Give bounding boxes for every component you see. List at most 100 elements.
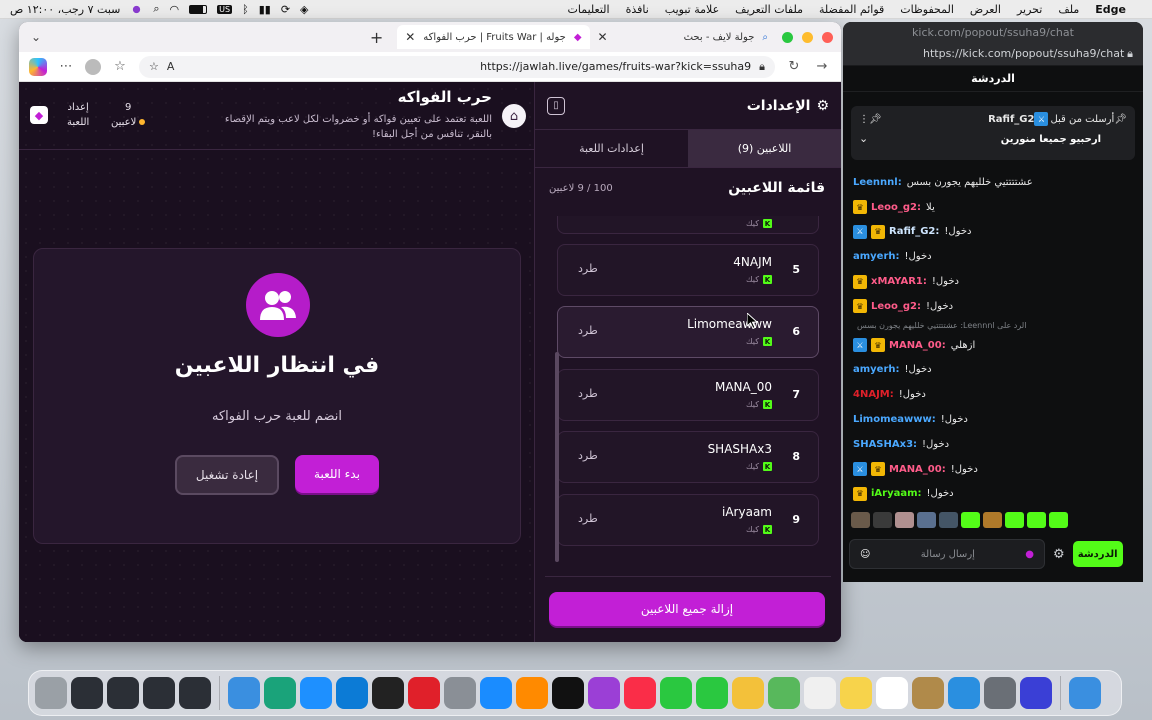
emote[interactable] [983,512,1002,528]
tab-players[interactable]: اللاعبين (9) [688,130,841,167]
dock-calendar-icon[interactable] [876,677,908,709]
dock-messages-icon[interactable] [696,677,728,709]
dock-siri-icon[interactable] [1020,677,1052,709]
minimize-button[interactable] [802,31,813,43]
bluetooth-icon[interactable]: ᛒ [242,3,249,16]
dock-finder-face-icon[interactable] [1069,677,1101,709]
restart-button[interactable]: إعادة تشغيل [175,455,279,495]
kick-player-button[interactable]: طرد [578,262,598,275]
dock-launchpad-icon[interactable] [984,677,1016,709]
menu-edit[interactable]: تحرير [1017,3,1042,16]
chat-settings-icon[interactable]: ⚙ [1053,547,1065,562]
dock-window-thumb-icon[interactable] [179,677,211,709]
menu-file[interactable]: ملف [1058,3,1079,16]
chat-message[interactable]: ♛ Leoo_g2: يلا [853,195,1137,220]
menu-favorites[interactable]: قوائم المفضلة [819,3,884,16]
emote[interactable] [939,512,958,528]
menu-window[interactable]: نافذة [626,3,649,16]
more-icon[interactable]: ⋯ [57,58,75,76]
dock-podcasts-icon[interactable] [588,677,620,709]
menu-view[interactable]: العرض [970,3,1001,16]
control-center-icon[interactable] [130,3,144,15]
tab-list-chevron-icon[interactable]: ⌄ [27,28,45,46]
close-tab-icon[interactable]: ✕ [405,30,415,44]
chat-message[interactable]: ♛ xMAYAR1: دخول! [853,269,1137,294]
chat-username[interactable]: 4NAJM: [853,389,894,400]
dock-finder-icon[interactable] [228,677,260,709]
tab-game-settings[interactable]: إعدادات اللعبة [535,130,688,167]
emote[interactable] [873,512,892,528]
chat-message[interactable]: ⚔ ♛ MANA_00: دخول! [853,457,1137,482]
stats-icon[interactable]: ▮▮ [259,3,271,16]
vpn-icon[interactable]: ◈ [300,3,308,16]
chat-message[interactable]: Leennnl: عشتتتتيي خلليهم يجورن بسس [853,170,1137,195]
more-icon[interactable]: ⋮ [859,114,869,125]
dock-trash-icon[interactable] [35,677,67,709]
chat-username[interactable]: Leoo_g2: [871,202,921,213]
battery-icon[interactable] [189,4,208,14]
home-icon[interactable]: ⌂ [502,104,526,128]
chat-username[interactable]: Limomeawww: [853,414,936,425]
chat-username[interactable]: Leoo_g2: [871,301,921,312]
dock-music-icon[interactable] [624,677,656,709]
chat-message[interactable]: ♛ Leoo_g2: دخول! [853,294,1137,319]
chat-message[interactable]: ⚔ ♛ Rafif_G2: دخول! [853,220,1137,245]
chat-username[interactable]: iAryaam: [871,488,922,499]
read-aloud-icon[interactable]: A [167,60,175,73]
new-tab-button[interactable]: + [370,28,383,47]
pinned-message[interactable]: ⋮ 📌︎ Rafif_G2 ⚔ أرسلت من قبل 📌︎ ⌄ ارحبيو… [851,106,1135,160]
chat-username[interactable]: SHASHAx3: [853,439,917,450]
chat-message-input[interactable]: ☺ إرسال رسالة ● [849,539,1045,569]
emote[interactable] [851,512,870,528]
dock-edge-icon[interactable] [336,677,368,709]
chat-username[interactable]: MANA_00: [889,340,946,351]
wifi-icon[interactable]: ◠ [170,3,180,16]
input-source-badge[interactable]: US [217,4,233,14]
chat-username[interactable]: amyerh: [853,364,900,375]
dock-window-thumb-icon[interactable] [71,677,103,709]
dock-app-store-icon[interactable] [480,677,512,709]
chat-message[interactable]: amyerh: دخول! [853,358,1137,383]
game-settings-link[interactable]: إعداد اللعبة [67,100,89,130]
kick-player-button[interactable]: طرد [578,512,598,525]
dock-books-icon[interactable] [516,677,548,709]
dock-system-settings-icon[interactable] [444,677,476,709]
reload-icon[interactable]: ↻ [785,58,803,76]
emote[interactable] [1049,512,1068,528]
favorites-icon[interactable]: ☆ [111,58,129,76]
expand-chevron-icon[interactable]: ⌄ [859,132,868,145]
collapse-panel-icon[interactable]: ▯ [547,96,565,115]
dock-obs-icon[interactable] [372,677,404,709]
menu-profiles[interactable]: ملفات التعريف [735,3,803,16]
dock-mail-icon[interactable] [948,677,980,709]
close-tab-icon[interactable]: ✕ [598,30,608,44]
chat-username[interactable]: Rafif_G2: [889,226,939,237]
tab-search[interactable]: ✕ جولة لايف - بحث ⌕ [590,25,776,49]
dock-window-thumb-icon[interactable] [107,677,139,709]
chat-url-text[interactable]: https://kick.com/popout/ssuha9/chat [923,47,1124,60]
forward-icon[interactable]: → [813,58,831,76]
dock-maps-icon[interactable] [768,677,800,709]
tab-fruits-war[interactable]: ✕ حرب الفواكه | Fruits War | جوله ◆ [397,25,590,49]
dock-notes-icon[interactable] [840,677,872,709]
emoji-icon[interactable]: ☺ [860,549,870,560]
url-field[interactable]: ☆ A https://jawlah.live/games/fruits-war… [139,55,775,78]
copilot-icon[interactable] [29,57,47,76]
kick-player-button[interactable]: طرد [578,387,598,400]
dock-copilot-icon[interactable] [264,677,296,709]
chat-username[interactable]: xMAYAR1: [871,276,927,287]
menu-help[interactable]: التعليمات [568,3,610,16]
lock-icon[interactable]: 🔒︎ [759,60,765,74]
dock-opera-icon[interactable] [408,677,440,709]
chat-message[interactable]: ♛ iAryaam: دخول! [853,482,1137,507]
menu-tab[interactable]: علامة تبويب [665,3,719,16]
dock-facetime-icon[interactable] [660,677,692,709]
chat-username[interactable]: amyerh: [853,251,900,262]
clock[interactable]: سبت ٧ رجب، ١٢:٠٠ ص [10,3,120,16]
dock-safari-icon[interactable] [300,677,332,709]
chat-messages[interactable]: Leennnl: عشتتتتيي خلليهم يجورن بسس ♛ Leoo_g… [853,170,1137,506]
favorite-star-icon[interactable]: ☆ [149,60,159,73]
emote[interactable] [1005,512,1024,528]
sync-icon[interactable]: ⟳ [281,3,290,16]
chat-username[interactable]: MANA_00: [889,464,946,475]
